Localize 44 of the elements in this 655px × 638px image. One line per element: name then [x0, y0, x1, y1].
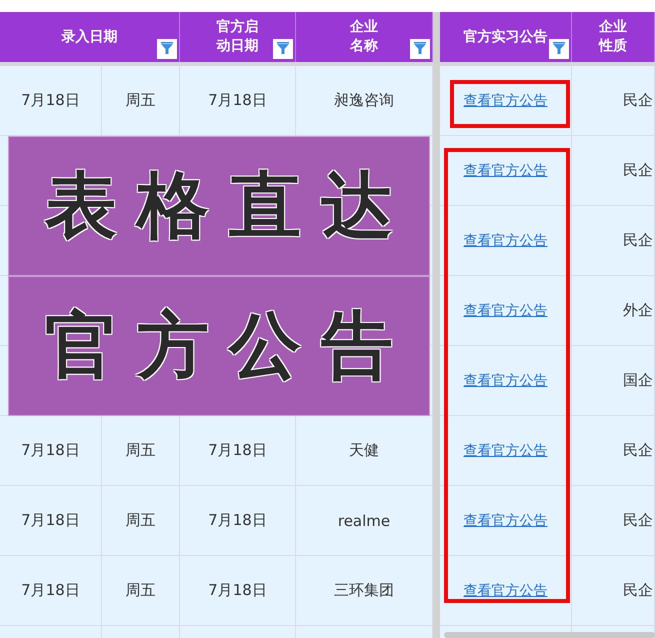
announcement-link[interactable]: 查看官方公告	[464, 302, 548, 320]
table-cell: 7月18日	[208, 91, 267, 110]
table-cell: 三环集团	[334, 581, 394, 600]
table-cell: 7月18日	[208, 511, 267, 530]
header-label: 企业 性质	[599, 18, 627, 56]
filter-icon[interactable]	[549, 39, 569, 59]
table-cell: 昶逸咨询	[334, 91, 394, 110]
table-cell: 周五	[126, 91, 156, 110]
table-cell: 民企	[623, 581, 653, 600]
header-label: 官方启 动日期	[216, 18, 258, 56]
scrollbar[interactable]	[444, 632, 655, 638]
table-cell: 7月18日	[21, 581, 80, 600]
table-cell: realme	[338, 512, 390, 530]
announcement-link[interactable]: 查看官方公告	[464, 162, 548, 180]
table-cell: 7月18日	[21, 511, 80, 530]
table-cell: 7月18日	[208, 581, 267, 600]
table-cell: 民企	[623, 161, 653, 180]
table-cell: 周五	[126, 581, 156, 600]
table-cell: 外企	[623, 301, 653, 320]
filter-icon[interactable]	[410, 39, 430, 59]
banner: 官方公告	[8, 276, 430, 416]
announcement-link[interactable]: 查看官方公告	[464, 442, 548, 460]
announcement-link[interactable]: 查看官方公告	[464, 92, 548, 110]
table-cell: 民企	[623, 441, 653, 460]
table-cell: 天健	[349, 441, 379, 460]
table-cell: 7月18日	[21, 441, 80, 460]
header-label: 录入日期	[62, 28, 118, 46]
announcement-link[interactable]: 查看官方公告	[464, 582, 548, 600]
header-label: 官方实习公告	[464, 28, 548, 46]
table-cell: 民企	[623, 231, 653, 250]
table-cell: 7月18日	[21, 91, 80, 110]
filter-icon[interactable]	[157, 39, 177, 59]
announcement-link[interactable]: 查看官方公告	[464, 512, 548, 530]
table-cell: 民企	[623, 91, 653, 110]
header-label: 企业 名称	[350, 18, 378, 56]
announcement-link[interactable]: 查看官方公告	[464, 372, 548, 390]
table-cell: 民企	[623, 511, 653, 530]
banner: 表格直达	[8, 136, 430, 276]
announcement-link[interactable]: 查看官方公告	[464, 232, 548, 250]
filter-icon[interactable]	[273, 39, 293, 59]
table-cell: 7月18日	[208, 441, 267, 460]
table-cell: 周五	[126, 511, 156, 530]
table-cell: 周五	[126, 441, 156, 460]
table-cell: 国企	[623, 371, 653, 390]
